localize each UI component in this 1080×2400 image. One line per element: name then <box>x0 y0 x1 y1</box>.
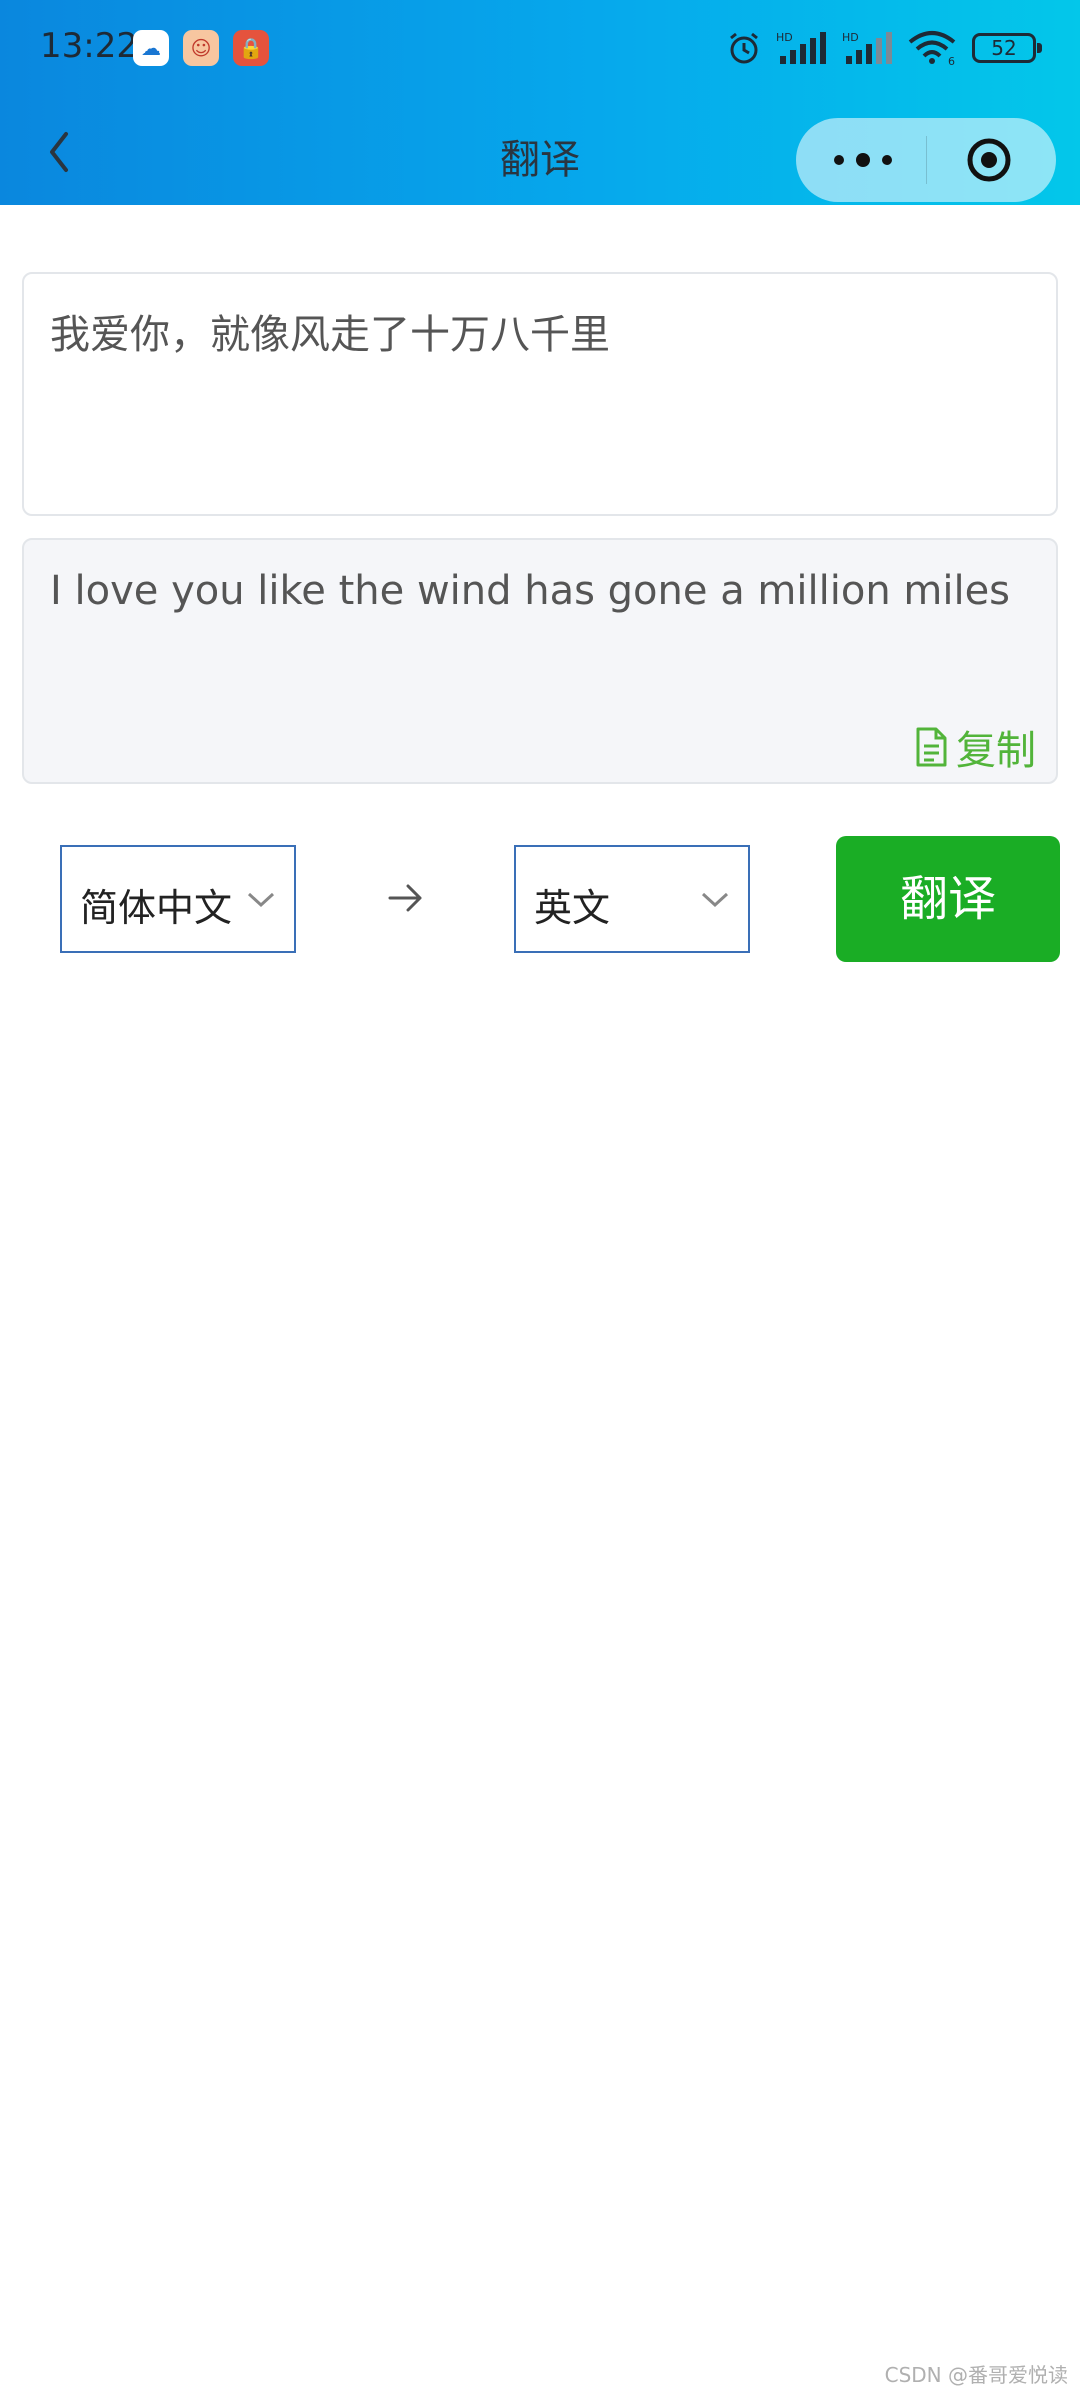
translate-button[interactable]: 翻译 <box>836 836 1060 962</box>
translation-result-box: I love you like the wind has gone a mill… <box>22 538 1058 784</box>
copy-label: 复制 <box>956 728 1036 774</box>
more-dot-icon <box>856 153 870 167</box>
target-language-value: 英文 <box>534 886 611 930</box>
cloud-app-icon: ☁ <box>133 30 169 66</box>
capsule-divider <box>926 136 927 184</box>
source-text-value: 我爱你，就像风走了十万八千里 <box>50 312 610 358</box>
source-text-input[interactable]: 我爱你，就像风走了十万八千里 <box>22 272 1058 516</box>
lock-app-icon: 🔒 <box>233 30 269 66</box>
document-icon <box>916 727 947 767</box>
signal-label: HD <box>776 31 793 44</box>
status-indicators: HD HD 6 52 <box>726 28 1042 68</box>
copy-button[interactable]: 复制 <box>914 718 1036 776</box>
status-time: 13:22 <box>40 26 138 66</box>
watermark: CSDN @番哥爱悦读 <box>884 2363 1068 2387</box>
translation-result-text: I love you like the wind has gone a mill… <box>50 568 1011 614</box>
signal-icon-2: HD <box>842 31 892 64</box>
alarm-icon <box>730 32 758 64</box>
wifi-icon: 6 <box>908 31 956 66</box>
wifi-sub-label: 6 <box>948 55 955 66</box>
chevron-down-icon <box>247 892 275 908</box>
mini-program-capsule <box>796 118 1056 202</box>
signal-label-2: HD <box>842 31 859 44</box>
arrow-right-icon <box>388 884 422 912</box>
status-bar: 13:22 ☁ ☺ 🔒 HD HD 6 52 <box>0 0 1080 95</box>
more-dot-icon <box>834 155 844 165</box>
battery-icon: 52 <box>972 33 1042 63</box>
game-app-icon: ☺ <box>183 30 219 66</box>
top-header: 13:22 ☁ ☺ 🔒 HD HD 6 52 翻译 <box>0 0 1080 205</box>
close-mini-program-icon[interactable] <box>966 137 1012 183</box>
source-language-value: 简体中文 <box>80 886 233 930</box>
signal-icon: HD <box>776 31 826 64</box>
source-language-select[interactable]: 简体中文 <box>60 845 296 953</box>
more-options-button[interactable] <box>796 118 926 202</box>
more-dot-icon <box>882 155 892 165</box>
target-language-select[interactable]: 英文 <box>514 845 750 953</box>
chevron-down-icon <box>701 892 729 908</box>
